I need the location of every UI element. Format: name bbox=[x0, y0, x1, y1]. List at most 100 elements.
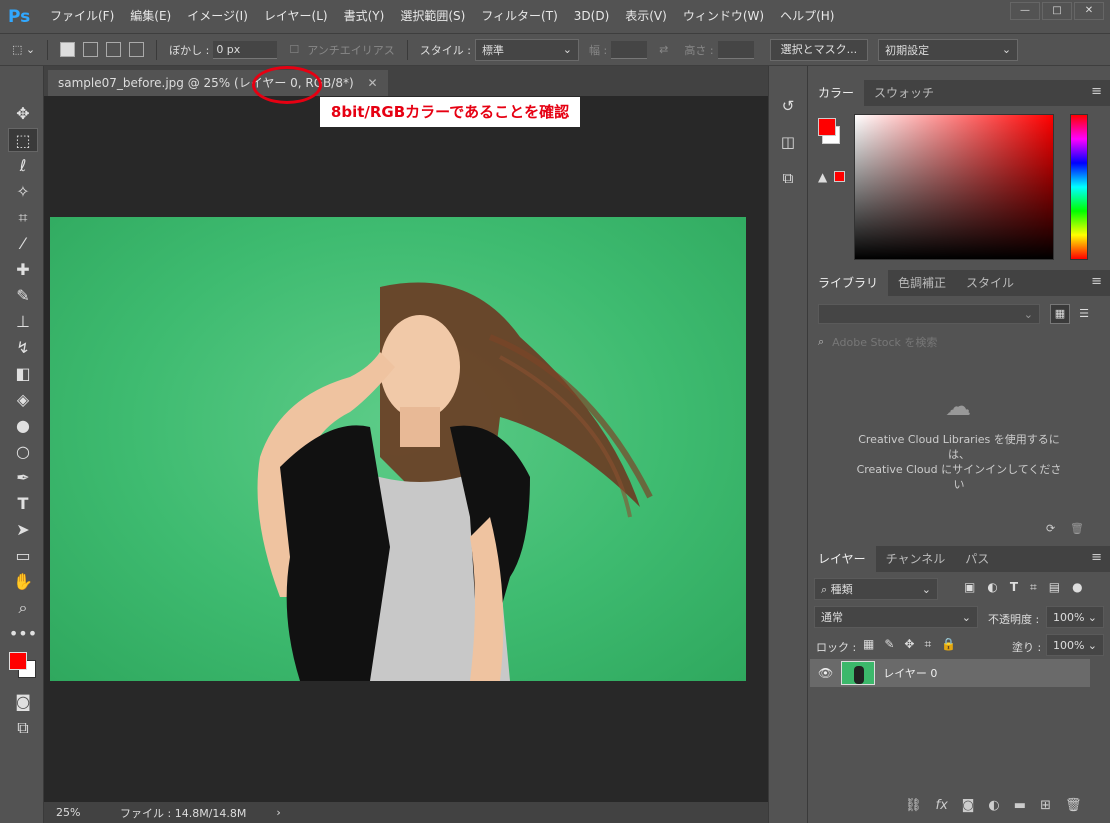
screen-mode-icon[interactable]: ⧉ bbox=[8, 716, 38, 740]
subtract-selection-icon[interactable] bbox=[106, 42, 122, 57]
type-filter-icon[interactable]: T bbox=[1010, 580, 1018, 595]
image-filter-icon[interactable]: ▣ bbox=[964, 580, 975, 595]
tab-paths[interactable]: パス bbox=[955, 546, 999, 572]
menu-file[interactable]: ファイル(F) bbox=[42, 0, 122, 33]
close-tab-icon[interactable]: ✕ bbox=[367, 76, 377, 90]
color-picker-field[interactable] bbox=[854, 114, 1054, 260]
menu-3d[interactable]: 3D(D) bbox=[566, 0, 617, 33]
new-selection-icon[interactable] bbox=[60, 42, 76, 57]
adjustment-layer-icon[interactable]: ◐ bbox=[988, 798, 999, 813]
zoom-level[interactable]: 25% bbox=[56, 806, 106, 819]
marquee-tool-icon[interactable]: ⬚ bbox=[8, 128, 38, 152]
maximize-button[interactable]: □ bbox=[1042, 2, 1072, 20]
stock-search[interactable]: ⌕ Adobe Stock を検索 bbox=[818, 332, 1098, 352]
layer-name[interactable]: レイヤー 0 bbox=[883, 665, 937, 681]
tab-swatches[interactable]: スウォッチ bbox=[864, 80, 944, 106]
dodge-tool-icon[interactable]: ○ bbox=[8, 440, 38, 464]
menu-layer[interactable]: レイヤー(L) bbox=[256, 0, 336, 33]
feather-input[interactable]: 0 px bbox=[213, 40, 278, 59]
pen-tool-icon[interactable]: ✒ bbox=[8, 466, 38, 490]
healing-brush-icon[interactable]: ✚ bbox=[8, 258, 38, 282]
brush-tool-icon[interactable]: ✎ bbox=[8, 284, 38, 308]
menu-window[interactable]: ウィンドウ(W) bbox=[675, 0, 772, 33]
menu-view[interactable]: 表示(V) bbox=[617, 0, 675, 33]
adjustment-filter-icon[interactable]: ◐ bbox=[987, 580, 997, 595]
add-mask-icon[interactable]: ◙ bbox=[962, 798, 975, 813]
history-brush-icon[interactable]: ↯ bbox=[8, 336, 38, 360]
cc-sync-icon[interactable]: ⟳ bbox=[1046, 522, 1055, 535]
tab-libraries[interactable]: ライブラリ bbox=[808, 270, 889, 296]
layer-filter-select[interactable]: ⌕ 種類 ⌄ bbox=[814, 578, 938, 600]
tab-color[interactable]: カラー bbox=[808, 80, 865, 106]
panel-menu-icon[interactable]: ≡ bbox=[1091, 550, 1102, 565]
foreground-color-swatch[interactable] bbox=[9, 652, 27, 670]
lock-transparent-icon[interactable]: ▦ bbox=[863, 637, 874, 652]
stamp-tool-icon[interactable]: ⊥ bbox=[8, 310, 38, 334]
3d-panel-icon[interactable]: ◫ bbox=[774, 128, 802, 156]
foreground-color-swatch[interactable] bbox=[818, 118, 836, 136]
trash-icon[interactable]: 🗑 bbox=[1070, 522, 1084, 535]
list-view-icon[interactable]: ☰ bbox=[1074, 304, 1094, 324]
antialias-checkbox[interactable]: ☐ bbox=[289, 43, 299, 56]
rectangle-tool-icon[interactable]: ▭ bbox=[8, 544, 38, 568]
eraser-tool-icon[interactable]: ◧ bbox=[8, 362, 38, 386]
panel-menu-icon[interactable]: ≡ bbox=[1091, 84, 1102, 99]
chevron-right-icon[interactable]: › bbox=[276, 806, 280, 819]
crop-tool-icon[interactable]: ⌗ bbox=[8, 206, 38, 230]
panel-menu-icon[interactable]: ≡ bbox=[1091, 274, 1102, 289]
library-select[interactable]: ⌄ bbox=[818, 304, 1040, 324]
lock-all-icon[interactable]: 🔒 bbox=[941, 637, 956, 652]
menu-type[interactable]: 書式(Y) bbox=[336, 0, 393, 33]
tab-channels[interactable]: チャンネル bbox=[876, 546, 956, 572]
hand-tool-icon[interactable]: ✋ bbox=[8, 570, 38, 594]
history-panel-icon[interactable]: ↺ bbox=[774, 92, 802, 120]
tab-layers[interactable]: レイヤー bbox=[808, 546, 876, 572]
fill-input[interactable]: 100% ⌄ bbox=[1046, 634, 1104, 656]
intersect-selection-icon[interactable] bbox=[129, 42, 145, 57]
workspace-select[interactable]: 初期設定 ⌄ bbox=[878, 38, 1019, 61]
style-select[interactable]: 標準 ⌄ bbox=[474, 38, 579, 61]
lock-position-icon[interactable]: ✥ bbox=[904, 637, 914, 652]
width-input[interactable] bbox=[611, 40, 648, 59]
filter-toggle-icon[interactable]: ● bbox=[1072, 580, 1082, 595]
tab-adjustments[interactable]: 色調補正 bbox=[888, 270, 956, 296]
tab-styles[interactable]: スタイル bbox=[956, 270, 1024, 296]
menu-filter[interactable]: フィルター(T) bbox=[473, 0, 565, 33]
select-and-mask-button[interactable]: 選択とマスク... bbox=[769, 38, 869, 61]
menu-image[interactable]: イメージ(I) bbox=[179, 0, 256, 33]
height-input[interactable] bbox=[717, 40, 754, 59]
shape-filter-icon[interactable]: ⌗ bbox=[1030, 580, 1037, 595]
menu-edit[interactable]: 編集(E) bbox=[122, 0, 179, 33]
menu-help[interactable]: ヘルプ(H) bbox=[772, 0, 842, 33]
lasso-tool-icon[interactable]: ℓ bbox=[8, 154, 38, 178]
path-select-icon[interactable]: ➤ bbox=[8, 518, 38, 542]
zoom-tool-icon[interactable]: ⌕ bbox=[8, 596, 38, 620]
layer-row[interactable]: 👁 レイヤー 0 bbox=[810, 659, 1090, 687]
trash-icon[interactable]: 🗑 bbox=[1065, 798, 1082, 813]
marquee-preset-icon[interactable]: ⬚ ⌄ bbox=[12, 43, 35, 56]
magic-wand-icon[interactable]: ✧ bbox=[8, 180, 38, 204]
hue-slider[interactable] bbox=[1070, 114, 1088, 260]
more-tools-icon[interactable]: ••• bbox=[8, 622, 38, 646]
eye-icon[interactable]: 👁 bbox=[818, 666, 833, 680]
paint-bucket-icon[interactable]: ◈ bbox=[8, 388, 38, 412]
blur-tool-icon[interactable]: ● bbox=[8, 414, 38, 438]
type-tool-icon[interactable]: T bbox=[8, 492, 38, 516]
new-layer-icon[interactable]: ⊞ bbox=[1040, 798, 1051, 813]
lock-artboard-icon[interactable]: ⌗ bbox=[924, 637, 931, 652]
opacity-input[interactable]: 100% ⌄ bbox=[1046, 606, 1104, 628]
add-selection-icon[interactable] bbox=[83, 42, 99, 57]
quick-mask-icon[interactable]: ◙ bbox=[8, 690, 38, 714]
smart-object-filter-icon[interactable]: ▤ bbox=[1049, 580, 1060, 595]
swap-icon[interactable]: ⇄ bbox=[659, 43, 668, 56]
properties-panel-icon[interactable]: ⧉ bbox=[774, 164, 802, 192]
move-tool-icon[interactable]: ✥ bbox=[8, 102, 38, 126]
menu-select[interactable]: 選択範囲(S) bbox=[392, 0, 473, 33]
fx-icon[interactable]: fx bbox=[936, 798, 948, 813]
document-tab[interactable]: sample07_before.jpg @ 25% (レイヤー 0, RGB/8… bbox=[48, 70, 388, 96]
close-button[interactable]: ✕ bbox=[1074, 2, 1104, 20]
canvas-area[interactable] bbox=[44, 96, 768, 802]
grid-view-icon[interactable]: ▦ bbox=[1050, 304, 1070, 324]
eyedropper-tool-icon[interactable]: ⁄ bbox=[8, 232, 38, 256]
minimize-button[interactable]: — bbox=[1010, 2, 1040, 20]
